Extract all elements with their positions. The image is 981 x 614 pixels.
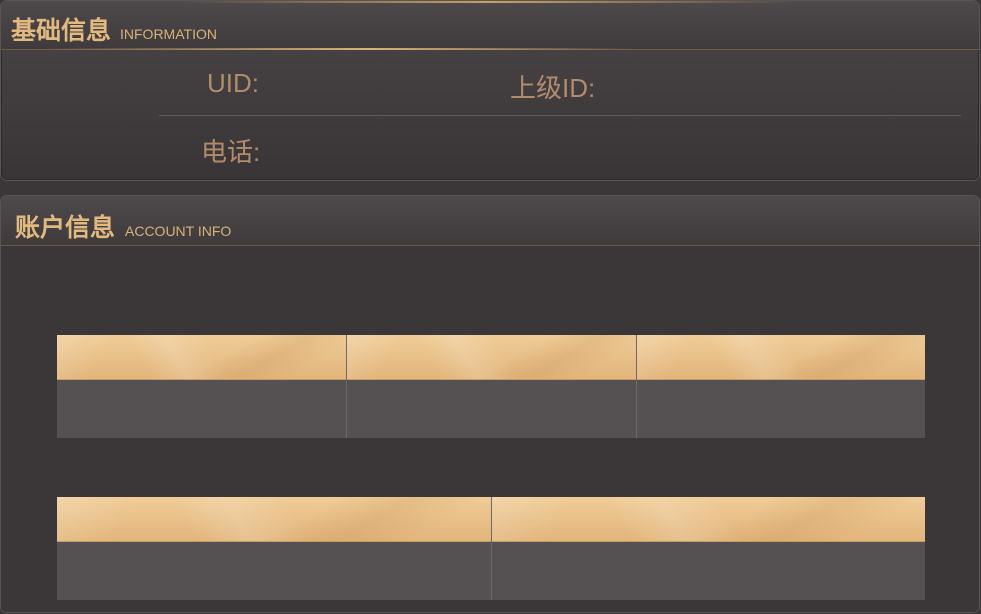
account-card-header bbox=[637, 335, 925, 380]
account-info-title: 账户信息 bbox=[15, 213, 116, 242]
account-info-body bbox=[1, 246, 979, 612]
account-card bbox=[491, 497, 925, 600]
account-card bbox=[57, 335, 346, 438]
account-card-header bbox=[57, 497, 491, 542]
account-info-subtitle: ACCOUNT INFO bbox=[125, 223, 232, 239]
account-card-header bbox=[57, 335, 346, 380]
account-card bbox=[57, 497, 491, 600]
account-card-row-1 bbox=[57, 335, 925, 438]
parent-id-label: 上级ID: bbox=[510, 73, 596, 103]
field-divider bbox=[159, 115, 961, 116]
account-card-header bbox=[492, 497, 925, 542]
basic-info-title: 基础信息 bbox=[11, 16, 112, 45]
account-card bbox=[346, 335, 636, 438]
basic-info-subtitle: INFORMATION bbox=[120, 26, 217, 42]
basic-info-header: 基础信息 INFORMATION bbox=[1, 1, 979, 50]
account-card-header bbox=[347, 335, 636, 380]
account-card-body bbox=[347, 380, 636, 438]
account-info-header: 账户信息 ACCOUNT INFO bbox=[1, 196, 979, 246]
account-card-body bbox=[57, 380, 346, 438]
account-card bbox=[636, 335, 925, 438]
basic-info-panel: 基础信息 INFORMATION UID: 上级ID: 电话: bbox=[1, 1, 979, 180]
account-card-body bbox=[57, 542, 491, 600]
account-info-panel: 账户信息 ACCOUNT INFO bbox=[1, 196, 979, 612]
phone-label: 电话: bbox=[201, 137, 261, 167]
account-card-row-2 bbox=[57, 497, 925, 600]
uid-label: UID: bbox=[207, 68, 259, 98]
account-card-body bbox=[637, 380, 925, 438]
account-card-body bbox=[492, 542, 925, 600]
